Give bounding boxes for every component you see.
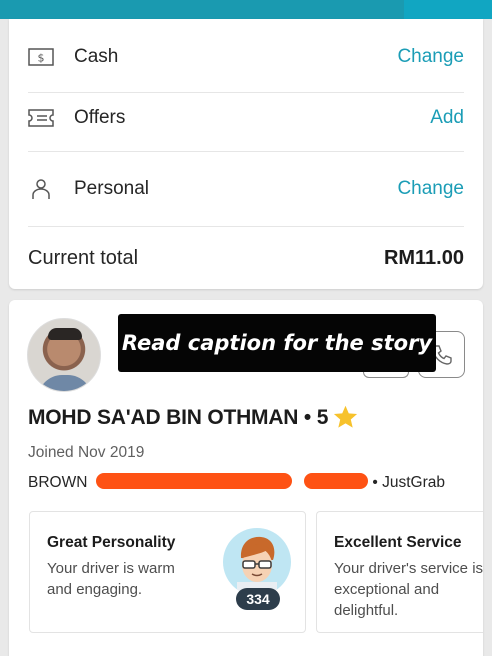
top-header-bar [0, 0, 492, 27]
offers-label: Offers [74, 107, 126, 128]
vehicle-model-redaction [95, 473, 292, 489]
driver-name: MOHD SA'AD BIN OTHMAN • 5 [28, 406, 329, 429]
caption-overlay: Read caption for the story [118, 314, 436, 372]
current-total-value: RM11.00 [383, 247, 464, 269]
current-total-label: Current total [28, 247, 139, 269]
header-tab-segment[interactable] [404, 0, 492, 19]
driver-avatar[interactable] [27, 318, 101, 392]
offers-ticket-icon [28, 109, 54, 127]
compliment-title: Great Personality [47, 534, 176, 551]
change-profile-button[interactable]: Change [397, 178, 464, 200]
star-rating-icon [333, 405, 358, 428]
payment-method-row[interactable]: $ Cash Change [9, 22, 483, 92]
driver-info-card: Read caption for the story MOHD SA'AD BI… [9, 300, 483, 656]
compliment-title: Excellent Service [334, 534, 462, 551]
cool-face-badge-icon [223, 528, 291, 596]
vehicle-service-type: • JustGrab [372, 474, 445, 491]
driver-joined-date: Joined Nov 2019 [28, 444, 145, 461]
avatar-shirt [38, 375, 92, 391]
add-offer-button[interactable]: Add [430, 107, 464, 129]
svg-text:$: $ [38, 52, 45, 65]
compliment-card[interactable]: Great Personality Your driver is warm an… [29, 511, 306, 633]
compliment-description: Your driver's service is exceptional and… [334, 560, 483, 619]
payment-method-label: Cash [74, 46, 119, 67]
offers-row[interactable]: Offers Add [9, 83, 483, 153]
change-payment-button[interactable]: Change [397, 46, 464, 68]
profile-row[interactable]: Personal Change [9, 154, 483, 224]
compliment-description: Your driver is warm and engaging. [47, 560, 175, 598]
payment-summary-card: $ Cash Change Offers Add Personal Change… [9, 19, 483, 289]
vehicle-color: BROWN [28, 474, 88, 491]
plate-number-redaction [304, 473, 369, 489]
divider [28, 226, 464, 227]
compliment-card[interactable]: Excellent Service Your driver's service … [316, 511, 483, 633]
person-icon [32, 179, 50, 199]
divider [28, 151, 464, 152]
avatar-hair [48, 328, 82, 340]
compliment-count-badge: 334 [236, 588, 280, 610]
profile-label: Personal [74, 178, 149, 199]
vehicle-info: BROWN • JustGrab [28, 473, 445, 492]
cash-icon: $ [28, 48, 54, 66]
